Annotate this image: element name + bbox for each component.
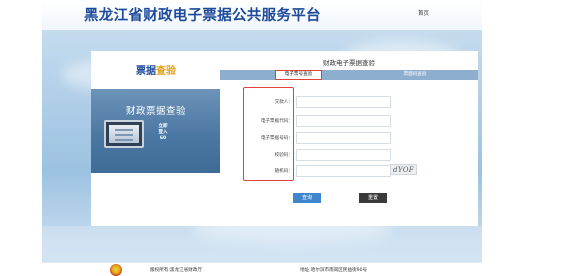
reset-button[interactable]: 重置 [359, 193, 387, 203]
ticket-number-input[interactable] [296, 132, 391, 144]
page: 黑龙江省财政电子票据公共服务平台 首页 票据查验 财政票据查验 立即 登入 60… [42, 0, 482, 276]
device-bar [115, 139, 133, 141]
payer-label: 交款人： [274, 100, 293, 105]
promo-side-line: 60 [159, 136, 167, 141]
ticket-code-input[interactable] [296, 115, 391, 127]
footer-address: 地址:哈尔滨市南岗区民益街90号 [300, 268, 368, 273]
tab-ticket-number[interactable]: 电子票号查验 [275, 70, 322, 80]
query-button[interactable]: 查询 [293, 193, 321, 203]
captcha-image[interactable]: dYOF [390, 164, 417, 175]
promo-title: 财政票据查验 [125, 106, 186, 117]
verification-panel: 财政电子票据查验 电子票号查验 票面码查验 交款人： 电子票据代码： 电子票据号… [220, 51, 478, 226]
brand-part1: 票据 [136, 66, 156, 77]
payer-input[interactable] [296, 96, 391, 108]
ticket-code-label: 电子票据代码： [260, 119, 293, 124]
check-code-label: 校验码： [274, 153, 293, 158]
sea-background [42, 226, 482, 262]
right-margin [482, 0, 573, 276]
random-code-input[interactable] [296, 165, 391, 177]
device-screen [109, 125, 139, 143]
footer-copyright: 版权所有:黑龙江省财政厅 [150, 268, 203, 273]
site-title: 黑龙江省财政电子票据公共服务平台 [84, 8, 321, 24]
home-link[interactable]: 首页 [418, 9, 429, 17]
tab-ticket-code[interactable]: 票面码查验 [385, 71, 445, 79]
footer: 版权所有:黑龙江省财政厅 地址:哈尔滨市南岗区民益街90号 [42, 262, 482, 276]
brand-title: 票据查验 [91, 62, 221, 77]
panel-heading: 财政电子票据查验 [323, 59, 375, 67]
check-code-input[interactable] [296, 149, 391, 161]
promo-side-text: 立即 登入 60 [151, 124, 175, 142]
ticket-number-label: 电子票据号码： [260, 136, 293, 141]
device-bar [115, 129, 133, 131]
brand-part2: 查验 [156, 66, 176, 77]
emblem-icon [110, 264, 122, 276]
device-bar [115, 134, 133, 136]
device-image [104, 120, 144, 148]
header-bar: 黑龙江省财政电子票据公共服务平台 首页 [42, 0, 482, 30]
left-margin [0, 0, 42, 276]
random-code-label: 随机码： [274, 169, 293, 174]
